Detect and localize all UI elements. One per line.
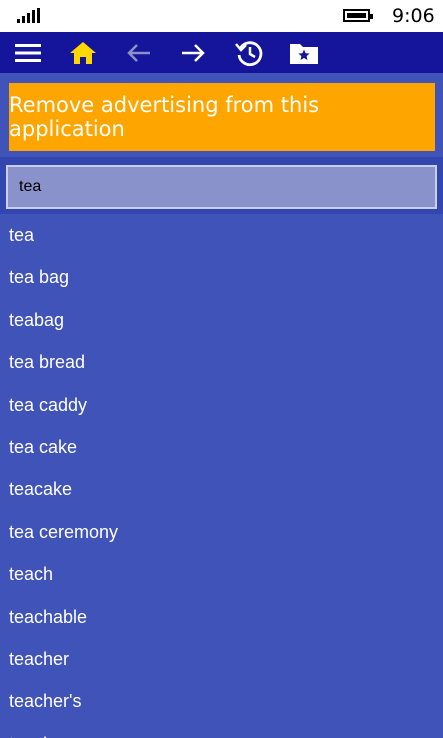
favorites-button[interactable] <box>282 32 326 73</box>
status-time: 9:06 <box>392 5 435 27</box>
menu-button[interactable] <box>6 32 50 73</box>
signal-strength-icon <box>17 8 41 23</box>
list-item[interactable]: tea cake <box>0 426 443 468</box>
list-item[interactable]: teacher <box>0 638 443 680</box>
status-bar: 9:06 <box>0 0 443 32</box>
back-arrow-icon <box>127 43 150 62</box>
list-item[interactable]: tea bread <box>0 341 443 383</box>
list-item[interactable]: teacher's <box>0 680 443 722</box>
list-item[interactable]: tea caddy <box>0 384 443 426</box>
home-icon <box>70 41 96 64</box>
list-item[interactable]: teacake <box>0 468 443 510</box>
list-item[interactable]: teach <box>0 553 443 595</box>
list-item[interactable]: teach <box>0 723 443 738</box>
list-item[interactable]: tea <box>0 214 443 256</box>
favorites-folder-icon <box>290 43 318 64</box>
list-item[interactable]: teachable <box>0 596 443 638</box>
search-bar: tea <box>0 157 443 214</box>
toolbar <box>0 32 443 73</box>
menu-icon <box>15 43 41 62</box>
forward-button[interactable] <box>171 32 215 73</box>
history-icon <box>235 40 263 66</box>
remove-ads-button[interactable]: Remove advertising from this application <box>9 83 435 151</box>
search-input[interactable]: tea <box>6 165 437 209</box>
results-list: tea tea bag teabag tea bread tea caddy t… <box>0 214 443 738</box>
forward-arrow-icon <box>182 43 205 62</box>
list-item[interactable]: tea ceremony <box>0 511 443 553</box>
list-item[interactable]: teabag <box>0 299 443 341</box>
list-item[interactable]: tea bag <box>0 256 443 298</box>
back-button[interactable] <box>117 32 161 73</box>
battery-icon <box>343 9 373 22</box>
home-button[interactable] <box>61 32 105 73</box>
history-button[interactable] <box>227 32 271 73</box>
